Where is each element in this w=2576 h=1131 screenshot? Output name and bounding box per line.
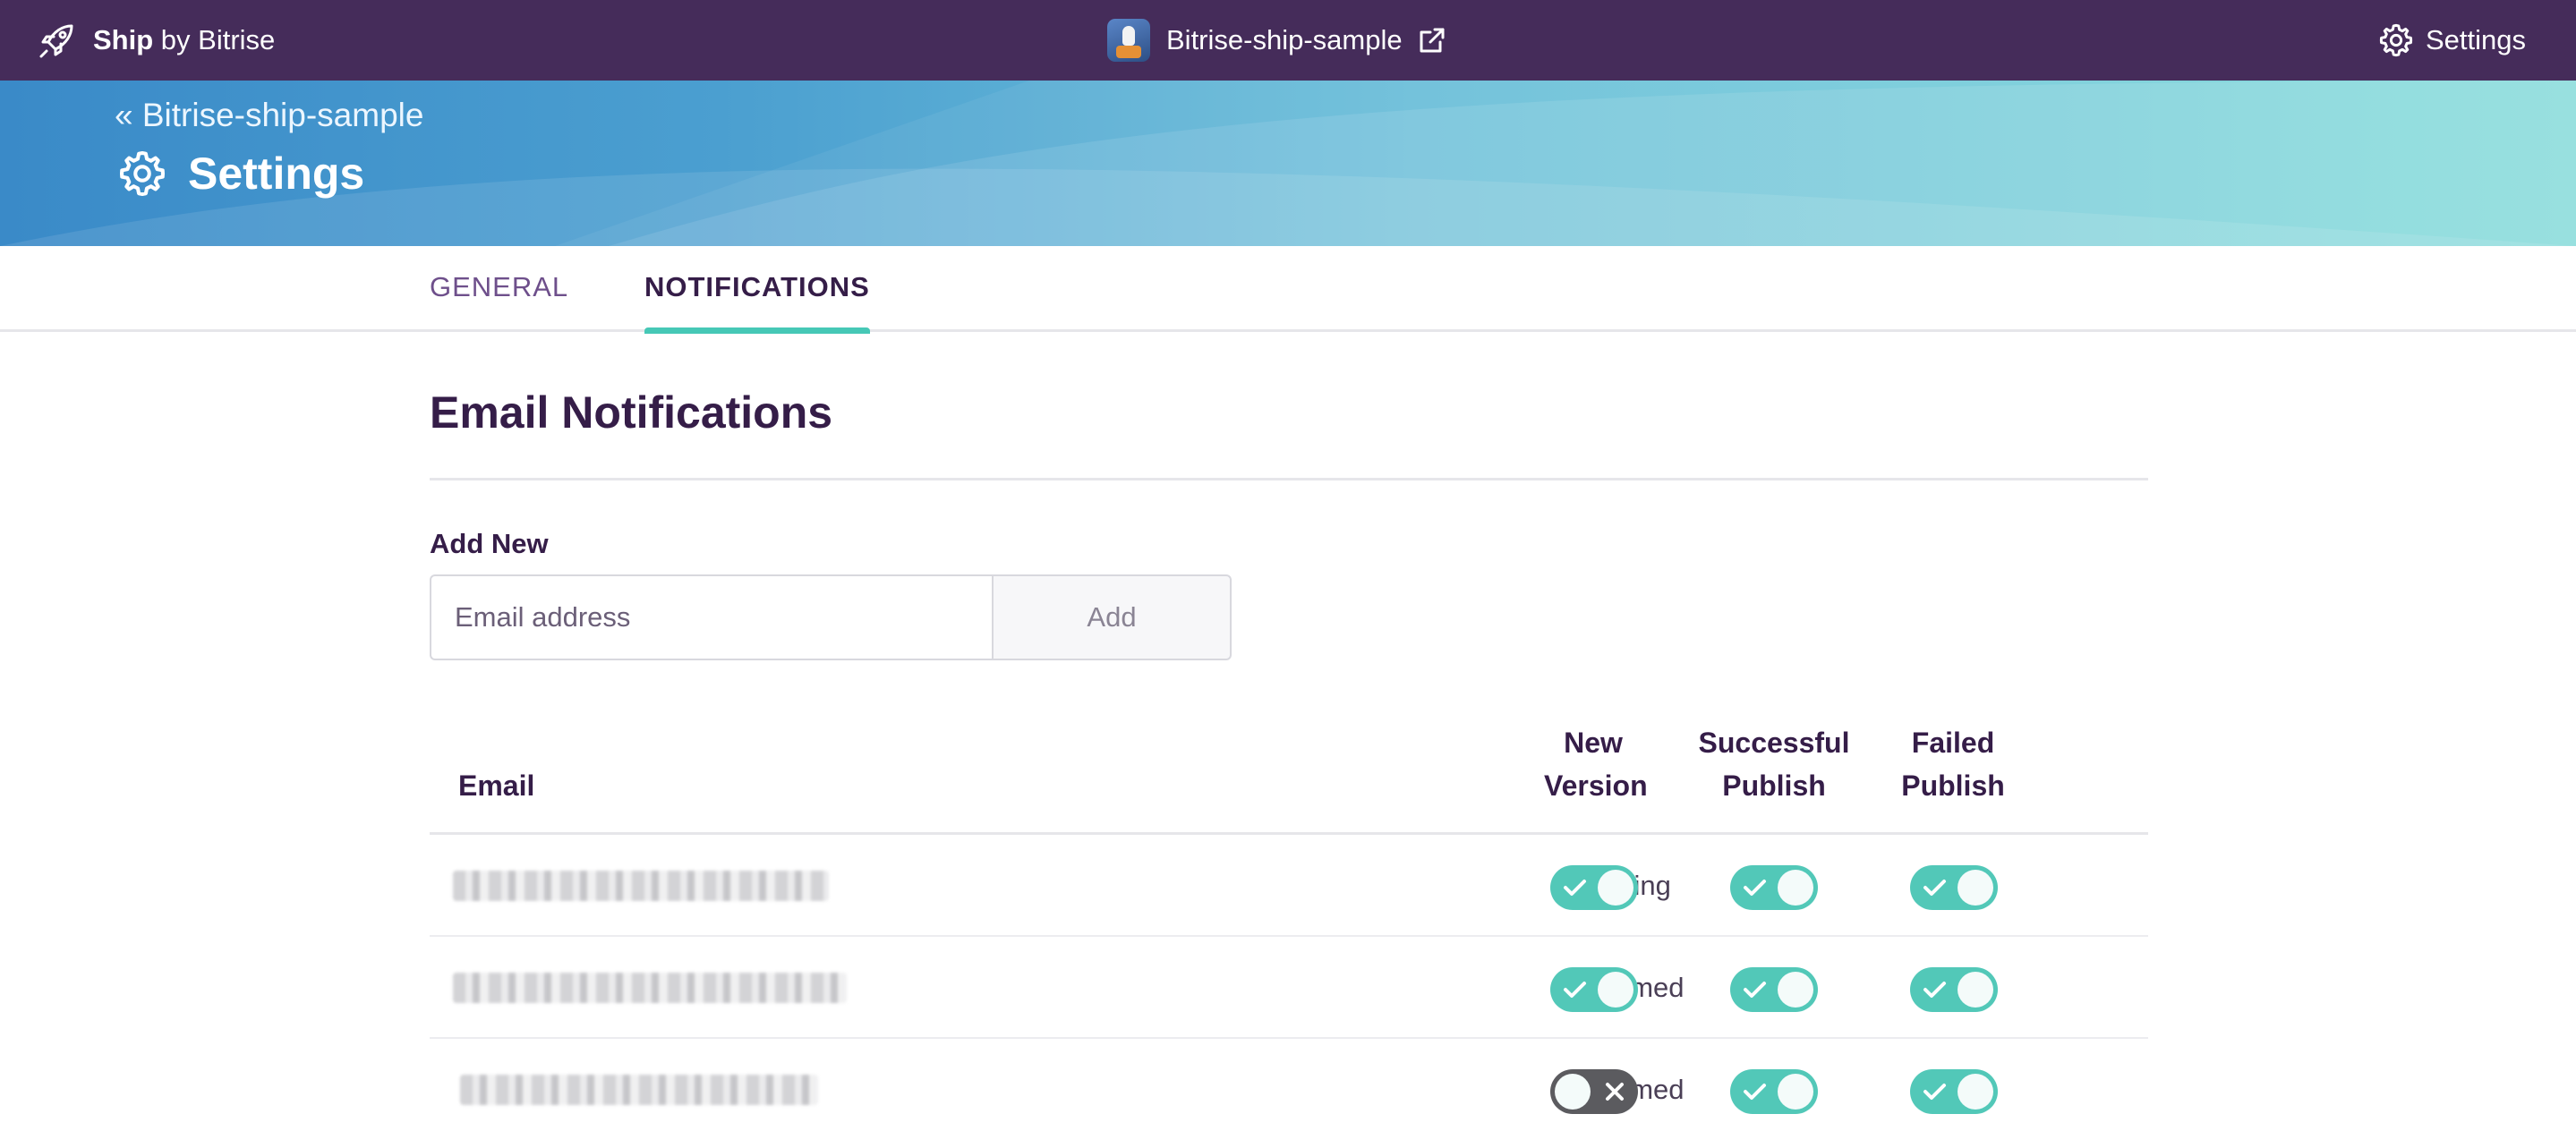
hero-banner: « Bitrise-ship-sample Settings	[0, 81, 2576, 246]
table-row: Confirmed	[430, 1039, 2148, 1131]
toggle-new-version[interactable]	[1550, 865, 1638, 910]
column-header-text: New Version	[1544, 727, 1648, 802]
gear-icon	[119, 150, 166, 197]
check-icon	[1923, 1084, 1946, 1100]
redacted-email	[453, 871, 829, 901]
app-icon	[1107, 19, 1150, 62]
tab-notifications[interactable]: NOTIFICATIONS	[644, 246, 870, 334]
settings-link[interactable]: Settings	[2377, 18, 2526, 63]
toggle-successful-publish[interactable]	[1730, 967, 1818, 1012]
tab-general[interactable]: GENERAL	[430, 246, 568, 332]
brand-logo[interactable]: Ship by Bitrise	[36, 18, 275, 63]
app-switcher[interactable]: Bitrise-ship-sample	[1107, 16, 1447, 64]
external-link-icon[interactable]	[1417, 25, 1447, 55]
close-icon	[1606, 1083, 1624, 1101]
column-header-text: Successful Publish	[1698, 727, 1850, 802]
page-title-text: Settings	[188, 149, 365, 199]
brand-name: Ship by Bitrise	[93, 24, 275, 56]
page-title: Settings	[116, 147, 364, 200]
check-icon	[1744, 982, 1766, 998]
add-email-button[interactable]: Add	[992, 574, 1232, 660]
table-row: Confirmed	[430, 937, 2148, 1039]
check-icon	[1744, 880, 1766, 896]
divider	[430, 478, 2148, 480]
redacted-email	[460, 1075, 818, 1105]
add-new-label: Add New	[430, 528, 549, 559]
settings-tabs: GENERAL NOTIFICATIONS	[0, 246, 2576, 334]
column-header-email: Email	[458, 770, 535, 802]
check-icon	[1744, 1084, 1766, 1100]
check-icon	[1923, 982, 1946, 998]
toggle-successful-publish[interactable]	[1730, 865, 1818, 910]
redacted-email	[453, 973, 847, 1003]
section-title: Email Notifications	[430, 387, 833, 438]
settings-label: Settings	[2425, 24, 2526, 55]
toggle-failed-publish[interactable]	[1910, 967, 1998, 1012]
toggle-failed-publish[interactable]	[1910, 1069, 1998, 1114]
column-header-new-version: New Version	[1504, 721, 1683, 807]
toggle-new-version[interactable]	[1550, 967, 1638, 1012]
toggle-failed-publish[interactable]	[1910, 865, 1998, 910]
rocket-icon	[39, 24, 73, 58]
toggle-successful-publish[interactable]	[1730, 1069, 1818, 1114]
brand-name-rest: by Bitrise	[153, 24, 276, 55]
gear-icon	[2379, 23, 2413, 57]
column-header-successful-publish: Successful Publish	[1685, 721, 1864, 807]
check-icon	[1564, 880, 1586, 896]
column-header-failed-publish: Failed Publish	[1864, 721, 2043, 807]
top-bar: Ship by Bitrise Bitrise-ship-sample Sett…	[0, 0, 2576, 81]
email-input[interactable]	[430, 574, 994, 660]
column-header-text: Failed Publish	[1901, 727, 2005, 802]
toggle-new-version[interactable]	[1550, 1069, 1638, 1114]
table-row: Pending	[430, 835, 2148, 937]
app-name: Bitrise-ship-sample	[1166, 24, 1403, 55]
brand-name-strong: Ship	[93, 24, 154, 55]
check-icon	[1923, 880, 1946, 896]
check-icon	[1564, 982, 1586, 998]
back-link[interactable]: « Bitrise-ship-sample	[115, 97, 423, 134]
